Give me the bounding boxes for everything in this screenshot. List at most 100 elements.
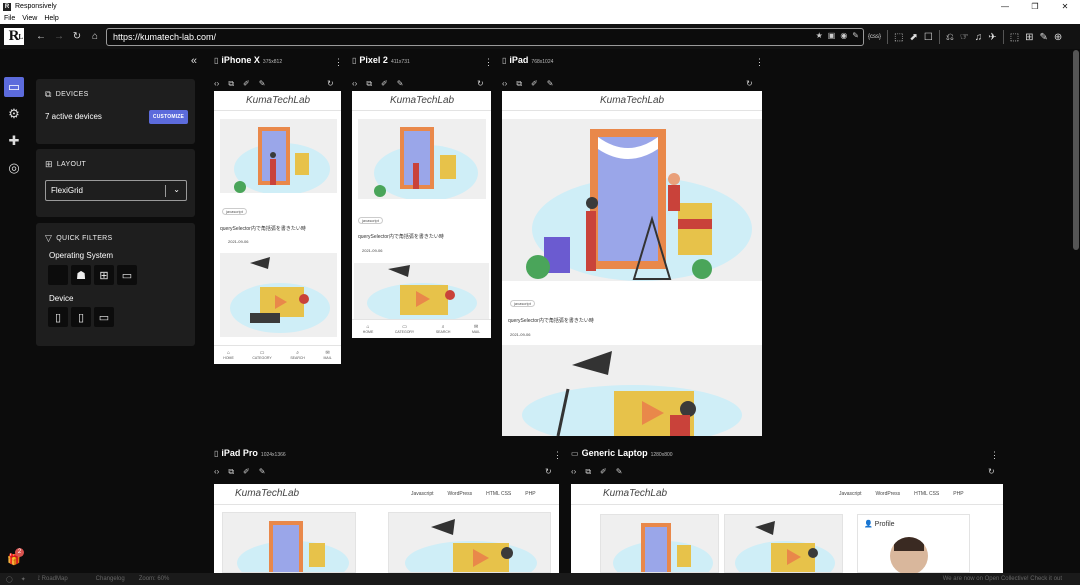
forward-icon[interactable]: → [50, 31, 68, 42]
pointer-icon[interactable]: ⬈ [909, 32, 917, 43]
nav-mail[interactable]: ✉ MAIL [324, 350, 332, 360]
layout-select[interactable]: FlexiGrid ⌄ [45, 180, 187, 201]
url-text[interactable]: https://kumatech-lab.com/ [113, 32, 216, 42]
screenshot-icon[interactable]: ⧉ [228, 79, 234, 89]
device-screen[interactable]: KumaTechLab Javascript WordPress HTML CS… [214, 484, 559, 573]
code-icon[interactable]: ‹› [571, 467, 576, 477]
settings-icon[interactable]: ⚙ [4, 104, 24, 124]
post-thumbnail[interactable] [724, 514, 843, 573]
ruler-icon[interactable]: ☐ [924, 32, 933, 43]
code-icon[interactable]: ‹› [352, 79, 357, 89]
inspect-icon[interactable]: ✐ [243, 79, 250, 89]
device-menu-icon[interactable]: ⋮ [553, 450, 562, 461]
nav-link[interactable]: WordPress [448, 491, 473, 497]
edit-icon[interactable]: ✎ [547, 79, 554, 89]
tag-badge[interactable]: javascript [510, 300, 535, 307]
zoom-icon[interactable]: ⊕ [1054, 32, 1062, 43]
edit-icon[interactable]: ✎ [259, 79, 266, 89]
nav-link[interactable]: PHP [525, 491, 535, 497]
post-thumbnail[interactable] [502, 119, 762, 291]
devices-icon[interactable]: ▭ [4, 77, 24, 97]
tag-badge[interactable]: javascript [222, 208, 247, 215]
minimize-button[interactable]: — [990, 0, 1020, 13]
nav-home[interactable]: ⌂ HOME [223, 350, 234, 360]
code-icon[interactable]: ‹› [502, 79, 507, 89]
inspect-icon[interactable]: ⬚ [894, 32, 903, 43]
nav-search[interactable]: ⌕ SEARCH [290, 350, 305, 360]
site-title[interactable]: KumaTechLab [390, 95, 454, 106]
screenshot-icon[interactable]: ⧉ [228, 467, 234, 477]
nav-home[interactable]: ⌂ HOME [363, 324, 374, 334]
back-icon[interactable]: ← [32, 31, 50, 42]
post-thumbnail[interactable] [358, 119, 486, 207]
apple-icon[interactable] [48, 265, 68, 285]
screenshot-icon[interactable]: ⧉ [516, 79, 522, 89]
cookie-icon[interactable]: ◉ [840, 31, 847, 40]
post-thumbnail[interactable] [388, 512, 551, 573]
post-thumbnail[interactable] [220, 119, 337, 201]
post-thumbnail[interactable] [220, 253, 337, 337]
announcement-link[interactable]: We are now on Open Collective! Check it … [943, 576, 1062, 582]
nav-search[interactable]: ⌕ SEARCH [436, 324, 451, 334]
menu-help[interactable]: Help [44, 15, 58, 22]
clear-storage-icon[interactable]: ▣ [828, 31, 836, 40]
close-button[interactable]: ✕ [1050, 0, 1080, 13]
nav-link[interactable]: Javascript [839, 491, 862, 497]
phone-icon[interactable]: ▯ [48, 307, 68, 327]
desktop-os-icon[interactable]: ▭ [117, 265, 137, 285]
post-thumbnail[interactable] [502, 345, 762, 436]
rotate-icon[interactable]: ↻ [746, 79, 753, 88]
edit-icon[interactable]: ✎ [397, 79, 404, 89]
chevron-down-icon[interactable]: ⌄ [173, 185, 180, 194]
nav-link[interactable]: Javascript [411, 491, 434, 497]
device-screen[interactable]: KumaTechLab javascript querySelector内で角括… [352, 91, 491, 338]
edit-icon[interactable]: ✎ [259, 467, 266, 477]
device-menu-icon[interactable]: ⋮ [990, 450, 999, 461]
inspect-icon[interactable]: ✐ [381, 79, 388, 89]
nav-category[interactable]: ▭ CATEGORY [395, 324, 414, 334]
rotate-icon[interactable]: ↻ [545, 467, 552, 476]
post-title[interactable]: querySelector内で角括弧を書きたい時 [220, 225, 306, 232]
site-title[interactable]: KumaTechLab [603, 488, 667, 499]
pen-icon[interactable]: ✎ [1040, 32, 1048, 43]
post-thumbnail[interactable] [222, 512, 356, 573]
gift-icon[interactable]: 🎁 2 [7, 548, 24, 566]
sound-icon[interactable]: ♫ [975, 32, 983, 43]
windows-icon[interactable]: ⊞ [94, 265, 114, 285]
changelog-link[interactable]: Changelog [96, 576, 125, 582]
post-title[interactable]: querySelector内で角括弧を書きたい時 [508, 317, 594, 324]
nav-link[interactable]: PHP [953, 491, 963, 497]
scrollbar[interactable] [1073, 50, 1079, 250]
bookmark-icon[interactable]: ★ [816, 31, 823, 40]
site-title[interactable]: KumaTechLab [600, 95, 664, 106]
rotate-icon[interactable]: ↻ [327, 79, 334, 88]
network-icon[interactable]: ◎ [4, 158, 24, 178]
touch-icon[interactable]: ☞ [960, 32, 969, 43]
edit-icon[interactable]: ✎ [616, 467, 623, 477]
post-thumbnail[interactable] [600, 514, 719, 573]
reload-icon[interactable]: ↻ [68, 31, 86, 42]
customize-button[interactable]: CUSTOMIZE [149, 110, 188, 124]
inspect-icon[interactable]: ✐ [531, 79, 538, 89]
post-thumbnail[interactable] [354, 263, 489, 319]
device-menu-icon[interactable]: ⋮ [755, 57, 764, 68]
rotate-icon[interactable]: ⎌ [946, 32, 954, 43]
site-title[interactable]: KumaTechLab [235, 488, 299, 499]
twitter-icon[interactable]: ✦ [21, 576, 26, 583]
rotate-icon[interactable]: ↻ [477, 79, 484, 88]
code-icon[interactable]: ‹› [214, 467, 219, 477]
device-screen[interactable]: KumaTechLab javascript querySelector内で角括… [214, 91, 341, 364]
inspect-icon[interactable]: ✐ [243, 467, 250, 477]
collapse-icon[interactable]: « [191, 55, 197, 67]
edit-icon[interactable]: ✎ [852, 31, 859, 40]
tablet-icon[interactable]: ▯ [71, 307, 91, 327]
inspect-icon[interactable]: ✐ [600, 467, 607, 477]
android-icon[interactable]: ☗ [71, 265, 91, 285]
nav-link[interactable]: HTML CSS [486, 491, 511, 497]
sync-scroll-icon[interactable]: ✈ [988, 32, 996, 43]
menu-file[interactable]: File [4, 15, 15, 22]
maximize-button[interactable]: ❐ [1020, 0, 1050, 13]
screenshot-icon[interactable]: ⬚ [1010, 32, 1019, 43]
nav-link[interactable]: HTML CSS [914, 491, 939, 497]
nav-mail[interactable]: ✉ MAIL [472, 324, 480, 334]
